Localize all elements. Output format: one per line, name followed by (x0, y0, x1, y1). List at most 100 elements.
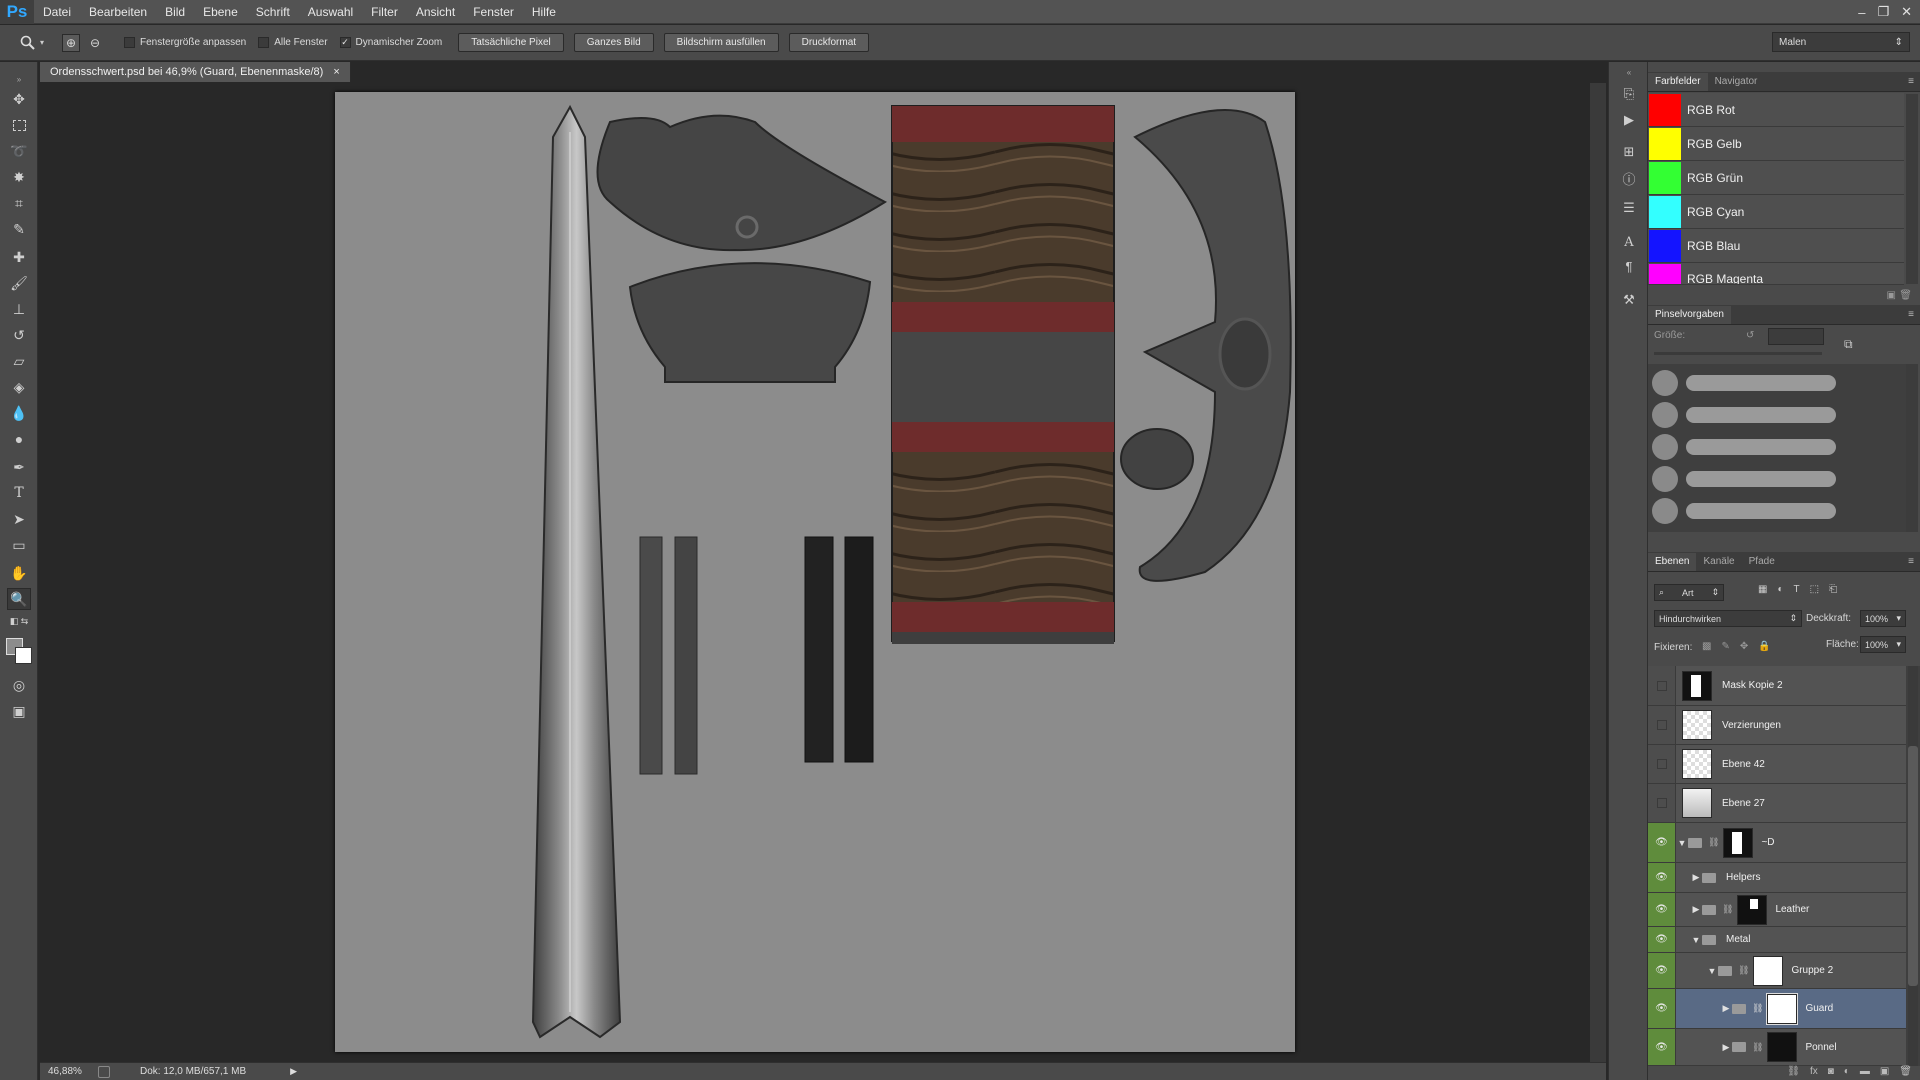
blur-tool-icon[interactable]: 💧 (7, 402, 31, 424)
menu-filter[interactable]: Filter (362, 0, 407, 24)
fill-field[interactable]: 100% ▾ (1860, 636, 1906, 653)
trash-icon[interactable]: 🗑 (1899, 290, 1912, 301)
trash-icon[interactable]: 🗑 (1899, 1066, 1912, 1080)
shape-tool-icon[interactable]: ▭ (7, 534, 31, 556)
screen-mode-icon[interactable]: ▣ (7, 700, 31, 722)
all-windows-checkbox[interactable] (258, 37, 270, 48)
menu-hilfe[interactable]: Hilfe (523, 0, 565, 24)
layer-row[interactable]: Verzierungen (1648, 706, 1906, 745)
restore-button[interactable]: ❐ (1877, 4, 1889, 20)
fill-screen-button[interactable]: Bildschirm ausfüllen (663, 33, 779, 52)
adjustments-icon[interactable]: ⊞ (1619, 142, 1639, 162)
paint-bucket-icon[interactable]: ◈ (7, 376, 31, 398)
history-icon[interactable]: ⎘ (1619, 84, 1639, 104)
tool-presets-icon[interactable]: ⚒ (1619, 290, 1639, 310)
panel-menu-icon[interactable]: ≡ (1908, 556, 1914, 567)
fit-screen-button[interactable]: Ganzes Bild (573, 33, 654, 52)
canvas-scrollbar[interactable] (1590, 83, 1606, 1062)
fx-icon[interactable]: fx (1810, 1066, 1818, 1080)
swatch-row[interactable]: RGB Grün (1648, 161, 1904, 195)
paragraph-icon[interactable]: ¶ (1619, 256, 1639, 276)
tab-ebenen[interactable]: Ebenen (1648, 553, 1697, 571)
brush-preset[interactable] (1652, 464, 1842, 494)
swatch-scrollbar[interactable] (1906, 94, 1918, 284)
brush-scrollbar[interactable] (1906, 364, 1918, 532)
dodge-tool-icon[interactable]: ● (7, 428, 31, 450)
menu-datei[interactable]: Datei (34, 0, 80, 24)
default-colors-icon[interactable]: ◧ ⇆ (7, 615, 31, 627)
menu-ansicht[interactable]: Ansicht (407, 0, 464, 24)
new-group-icon[interactable]: ▬ (1860, 1066, 1870, 1080)
lock-transparency-icon[interactable]: ▩ (1702, 641, 1711, 652)
new-layer-icon[interactable]: ▣ (1880, 1066, 1889, 1080)
swatch-row[interactable]: RGB Cyan (1648, 195, 1904, 229)
layer-filter-select[interactable]: ⌕ Art ⇕ (1654, 584, 1724, 601)
crop-tool-icon[interactable]: ⌗ (7, 192, 31, 214)
eye-icon[interactable]: 👁 (1648, 863, 1676, 892)
layer-group-row[interactable]: 👁 ▶ ⛓ Ponnel (1648, 1029, 1906, 1066)
menu-fenster[interactable]: Fenster (464, 0, 523, 24)
type-tool-icon[interactable]: T (7, 482, 31, 504)
close-tab-icon[interactable]: × (333, 66, 339, 78)
tab-pinselvorgaben[interactable]: Pinselvorgaben (1648, 306, 1731, 324)
collapse-arrows-icon[interactable]: » (7, 68, 31, 90)
expand-arrow-icon[interactable]: ▼ (1690, 935, 1702, 945)
expand-arrow-icon[interactable]: ▶ (1690, 904, 1702, 915)
layer-group-row[interactable]: 👁 ▶ ⛓ Leather (1648, 893, 1906, 927)
lock-pixels-icon[interactable]: ✎ (1721, 641, 1729, 652)
character-icon[interactable]: A (1619, 232, 1639, 252)
menu-bild[interactable]: Bild (156, 0, 194, 24)
properties-icon[interactable]: ☰ (1619, 198, 1639, 218)
brush-preset[interactable] (1652, 400, 1842, 430)
info-icon[interactable]: ⓘ (1619, 168, 1639, 188)
layer-row[interactable]: Ebene 42 (1648, 745, 1906, 784)
document-tab[interactable]: Ordensschwert.psd bei 46,9% (Guard, Eben… (40, 62, 351, 82)
layer-group-row[interactable]: 👁 ▼ ⛓ Gruppe 2 (1648, 953, 1906, 989)
close-button[interactable]: ✕ (1901, 4, 1912, 20)
menu-bearbeiten[interactable]: Bearbeiten (80, 0, 156, 24)
type-filter-icon[interactable]: T (1794, 584, 1800, 595)
quick-mask-icon[interactable]: ◎ (7, 674, 31, 696)
swatch-row[interactable]: RGB Rot (1648, 93, 1904, 127)
status-info-icon[interactable] (98, 1065, 110, 1078)
visibility-toggle[interactable] (1648, 666, 1676, 705)
brush-size-slider[interactable] (1654, 352, 1822, 355)
actions-play-icon[interactable]: ▶ (1619, 110, 1639, 130)
layers-scrollbar[interactable] (1908, 666, 1918, 1066)
dynamic-zoom-option[interactable]: ✓ Dynamischer Zoom (339, 37, 442, 48)
layer-group-row[interactable]: 👁 ▼ ⛓ ~D (1648, 823, 1906, 863)
status-menu-arrow-icon[interactable]: ▶ (290, 1066, 297, 1077)
blend-mode-select[interactable]: Hindurchwirken ⇕ (1654, 610, 1802, 627)
new-swatch-icon[interactable]: ▣ (1887, 290, 1896, 301)
zoom-level[interactable]: 46,88% (48, 1066, 90, 1077)
brush-tool-icon[interactable]: 🖌 (7, 272, 31, 294)
path-selection-icon[interactable]: ➤ (7, 508, 31, 530)
layer-group-row[interactable]: 👁 ▼ Metal (1648, 927, 1906, 953)
magic-wand-icon[interactable]: ✸ (7, 166, 31, 188)
add-mask-icon[interactable]: ◙ (1828, 1066, 1834, 1080)
menu-ebene[interactable]: Ebene (194, 0, 247, 24)
brush-preset[interactable] (1652, 368, 1842, 398)
pixel-filter-icon[interactable]: ▦ (1758, 584, 1767, 595)
adjustment-filter-icon[interactable]: ◐ (1777, 584, 1783, 595)
tab-pfade[interactable]: Pfade (1742, 553, 1782, 571)
lock-all-icon[interactable]: 🔒 (1758, 641, 1770, 652)
eye-icon[interactable]: 👁 (1648, 927, 1676, 952)
brush-panel-icon[interactable]: ⧉ (1844, 337, 1853, 352)
reset-icon[interactable]: ↺ (1746, 330, 1754, 341)
fit-window-option[interactable]: Fenstergröße anpassen (124, 37, 246, 48)
shape-filter-icon[interactable]: ⬚ (1810, 584, 1819, 595)
background-color-icon[interactable] (15, 647, 32, 664)
actual-pixels-button[interactable]: Tatsächliche Pixel (458, 33, 564, 52)
expand-arrow-icon[interactable]: ▶ (1720, 1003, 1732, 1014)
marquee-tool-icon[interactable] (7, 114, 31, 136)
layer-group-row[interactable]: 👁 ▶ Helpers (1648, 863, 1906, 893)
expand-arrow-icon[interactable]: ▶ (1690, 872, 1702, 883)
lock-position-icon[interactable]: ✥ (1740, 641, 1748, 652)
eye-icon[interactable]: 👁 (1648, 953, 1676, 988)
dynamic-zoom-checkbox[interactable]: ✓ (339, 37, 351, 48)
menu-auswahl[interactable]: Auswahl (299, 0, 362, 24)
color-swatches[interactable] (6, 638, 32, 664)
eraser-tool-icon[interactable]: ▱ (7, 350, 31, 372)
layer-group-row-selected[interactable]: 👁 ▶ ⛓ Guard (1648, 989, 1906, 1029)
